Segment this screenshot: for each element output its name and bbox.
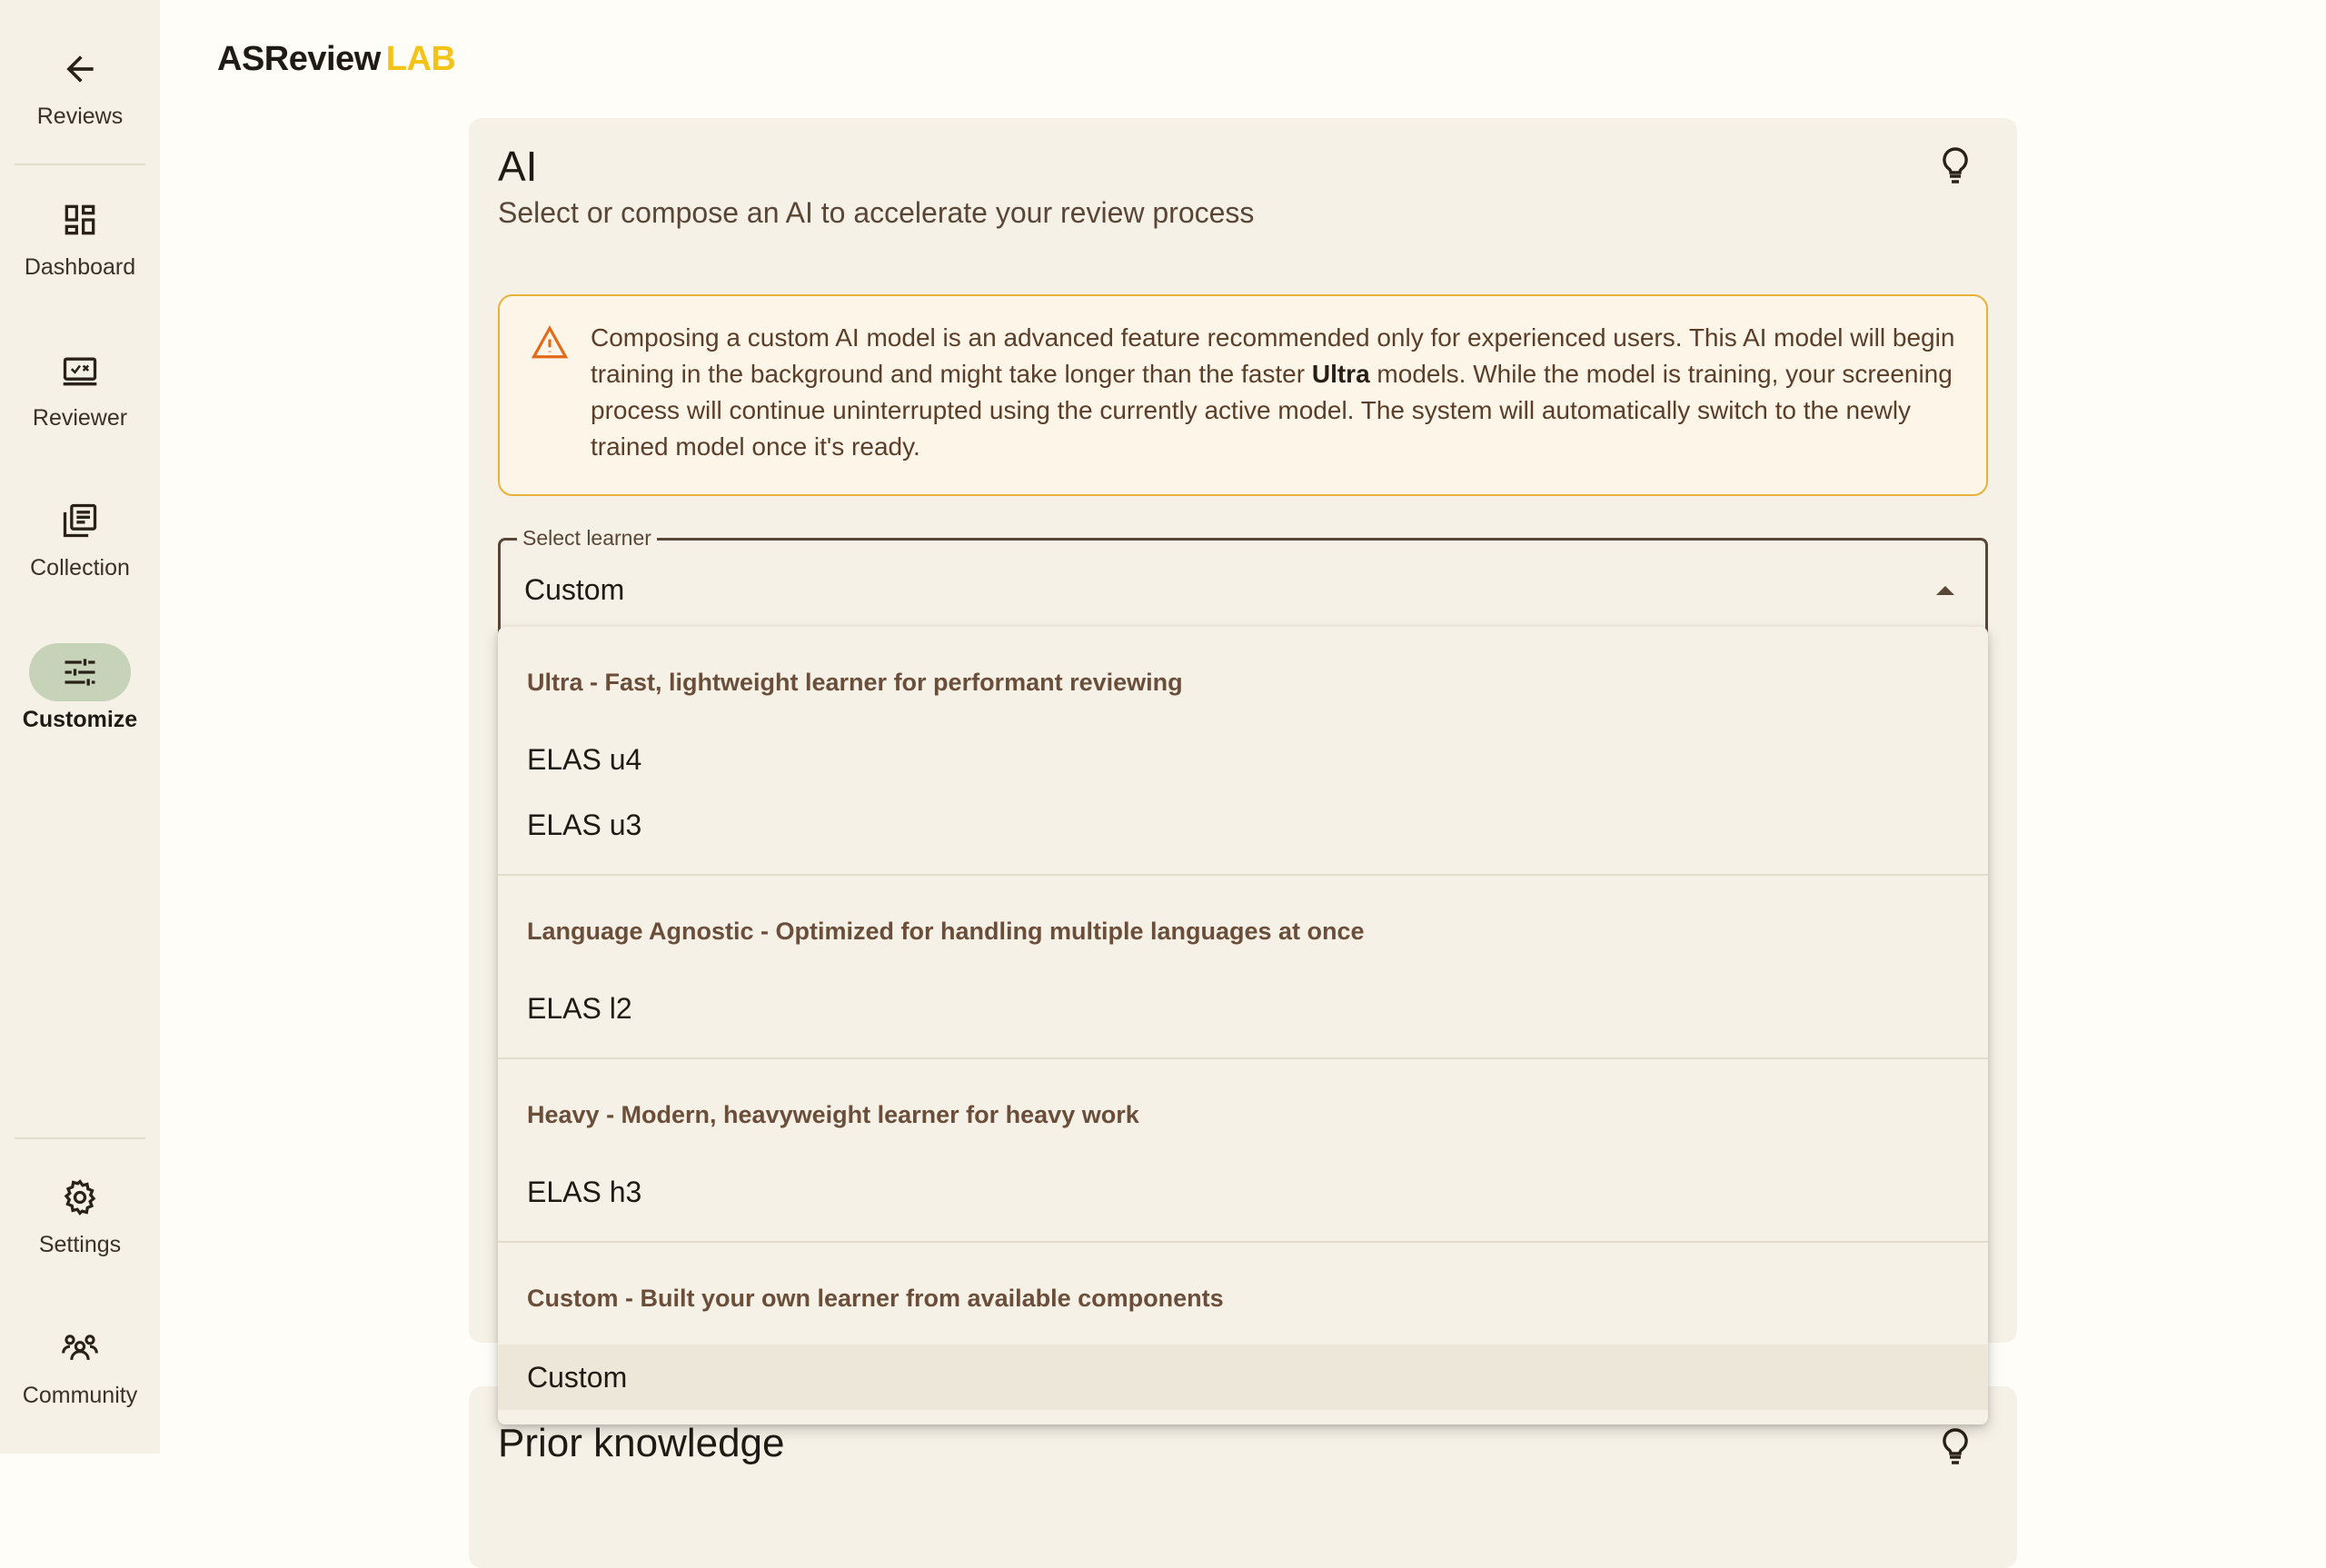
community-icon <box>29 1319 131 1377</box>
nav-divider <box>15 1137 145 1139</box>
group-header: Heavy - Modern, heavyweight learner for … <box>527 1101 1139 1128</box>
sidebar: Reviews Dashboard Reviewer Collection Cu… <box>0 0 160 1454</box>
dashboard-icon <box>29 191 131 249</box>
nav-label: Dashboard <box>24 254 136 280</box>
nav-customize[interactable]: Customize <box>0 643 160 733</box>
option-elas-u4[interactable]: ELAS u4 <box>498 727 1988 792</box>
nav-dashboard[interactable]: Dashboard <box>0 191 160 281</box>
nav-label: Collection <box>30 555 130 581</box>
card-title: AI <box>498 143 538 190</box>
learner-menu: Ultra - Fast, lightweight learner for pe… <box>498 627 1988 1424</box>
group-header: Language Agnostic - Optimized for handli… <box>527 918 1365 945</box>
option-elas-h3[interactable]: ELAS h3 <box>498 1159 1988 1225</box>
nav-collection[interactable]: Collection <box>0 491 160 581</box>
group-header: Custom - Built your own learner from ava… <box>527 1285 1224 1312</box>
logo-accent: LAB <box>385 40 456 78</box>
nav-label: Reviewer <box>32 405 128 431</box>
nav-label: Settings <box>38 1232 122 1257</box>
logo-main: ASReview <box>217 40 381 78</box>
alert-bold: Ultra <box>1311 360 1370 388</box>
nav-community[interactable]: Community <box>0 1319 160 1409</box>
menu-divider <box>498 874 1988 876</box>
collection-icon <box>29 491 131 550</box>
reviewer-icon <box>29 342 131 400</box>
nav-label: Reviews <box>36 104 124 129</box>
nav-reviewer[interactable]: Reviewer <box>0 342 160 432</box>
nav-label: Community <box>22 1383 138 1408</box>
select-value: Custom <box>524 573 625 606</box>
arrow-back-icon <box>29 40 131 98</box>
card-title: Prior knowledge <box>498 1421 785 1465</box>
app-logo[interactable]: ASReview LAB <box>217 40 456 79</box>
nav-settings[interactable]: Settings <box>0 1168 160 1258</box>
lightbulb-icon[interactable] <box>1933 144 1977 187</box>
caret-up-icon[interactable] <box>1936 586 1954 595</box>
nav-label: Customize <box>22 707 138 732</box>
select-label: Select learner <box>517 526 657 551</box>
option-elas-l2[interactable]: ELAS l2 <box>498 976 1988 1041</box>
gear-icon <box>29 1168 131 1226</box>
tune-icon <box>29 643 131 701</box>
option-elas-u3[interactable]: ELAS u3 <box>498 792 1988 858</box>
card-subtitle: Select or compose an AI to accelerate yo… <box>498 196 1255 229</box>
nav-reviews[interactable]: Reviews <box>0 40 160 130</box>
group-header: Ultra - Fast, lightweight learner for pe… <box>527 669 1183 696</box>
menu-divider <box>498 1057 1988 1059</box>
warning-icon <box>531 325 569 359</box>
warning-alert: Composing a custom AI model is an advanc… <box>498 294 1988 496</box>
nav-divider <box>15 164 145 165</box>
option-custom[interactable]: Custom <box>498 1345 1988 1410</box>
lightbulb-icon[interactable] <box>1933 1424 1977 1468</box>
menu-divider <box>498 1241 1988 1243</box>
